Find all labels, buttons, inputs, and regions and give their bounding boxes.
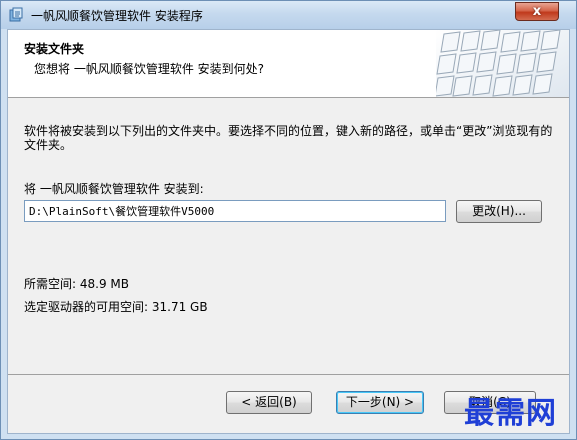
install-location-label: 将 一帆风顺餐饮管理软件 安装到: bbox=[24, 182, 204, 196]
footer-divider bbox=[8, 374, 569, 375]
page-subtitle: 您想将 一帆风顺餐饮管理软件 安装到何处? bbox=[34, 62, 264, 76]
installer-window: 一帆风顺餐饮管理软件 安装程序 x 安装文件夹 您想将 一帆风顺餐饮管理软件 安… bbox=[0, 0, 577, 440]
keyboard-graphic-icon bbox=[436, 30, 569, 97]
page-title: 安装文件夹 bbox=[24, 42, 85, 56]
intro-text: 软件将被安装到以下列出的文件夹中。要选择不同的位置，键入新的路径，或单击“更改”… bbox=[24, 124, 553, 152]
close-icon: x bbox=[532, 4, 542, 19]
space-available-text: 选定驱动器的可用空间: 31.71 GB bbox=[24, 300, 208, 314]
next-button[interactable]: 下一步(N) > bbox=[336, 391, 424, 414]
window-title: 一帆风顺餐饮管理软件 安装程序 bbox=[31, 9, 203, 23]
space-required-text: 所需空间: 48.9 MB bbox=[24, 277, 129, 291]
change-folder-button[interactable]: 更改(H)... bbox=[456, 200, 542, 223]
back-button[interactable]: < 返回(B) bbox=[226, 391, 312, 414]
install-path-input[interactable] bbox=[24, 200, 446, 222]
wizard-client-area: 安装文件夹 您想将 一帆风顺餐饮管理软件 安装到何处? 软件将被安装到以下列出的… bbox=[7, 29, 570, 434]
watermark-logo: 最需网 bbox=[464, 396, 557, 431]
close-button[interactable]: x bbox=[515, 2, 559, 21]
installer-icon bbox=[9, 7, 23, 22]
title-bar[interactable]: 一帆风顺餐饮管理软件 安装程序 x bbox=[1, 1, 576, 29]
wizard-header: 安装文件夹 您想将 一帆风顺餐饮管理软件 安装到何处? bbox=[8, 30, 569, 98]
